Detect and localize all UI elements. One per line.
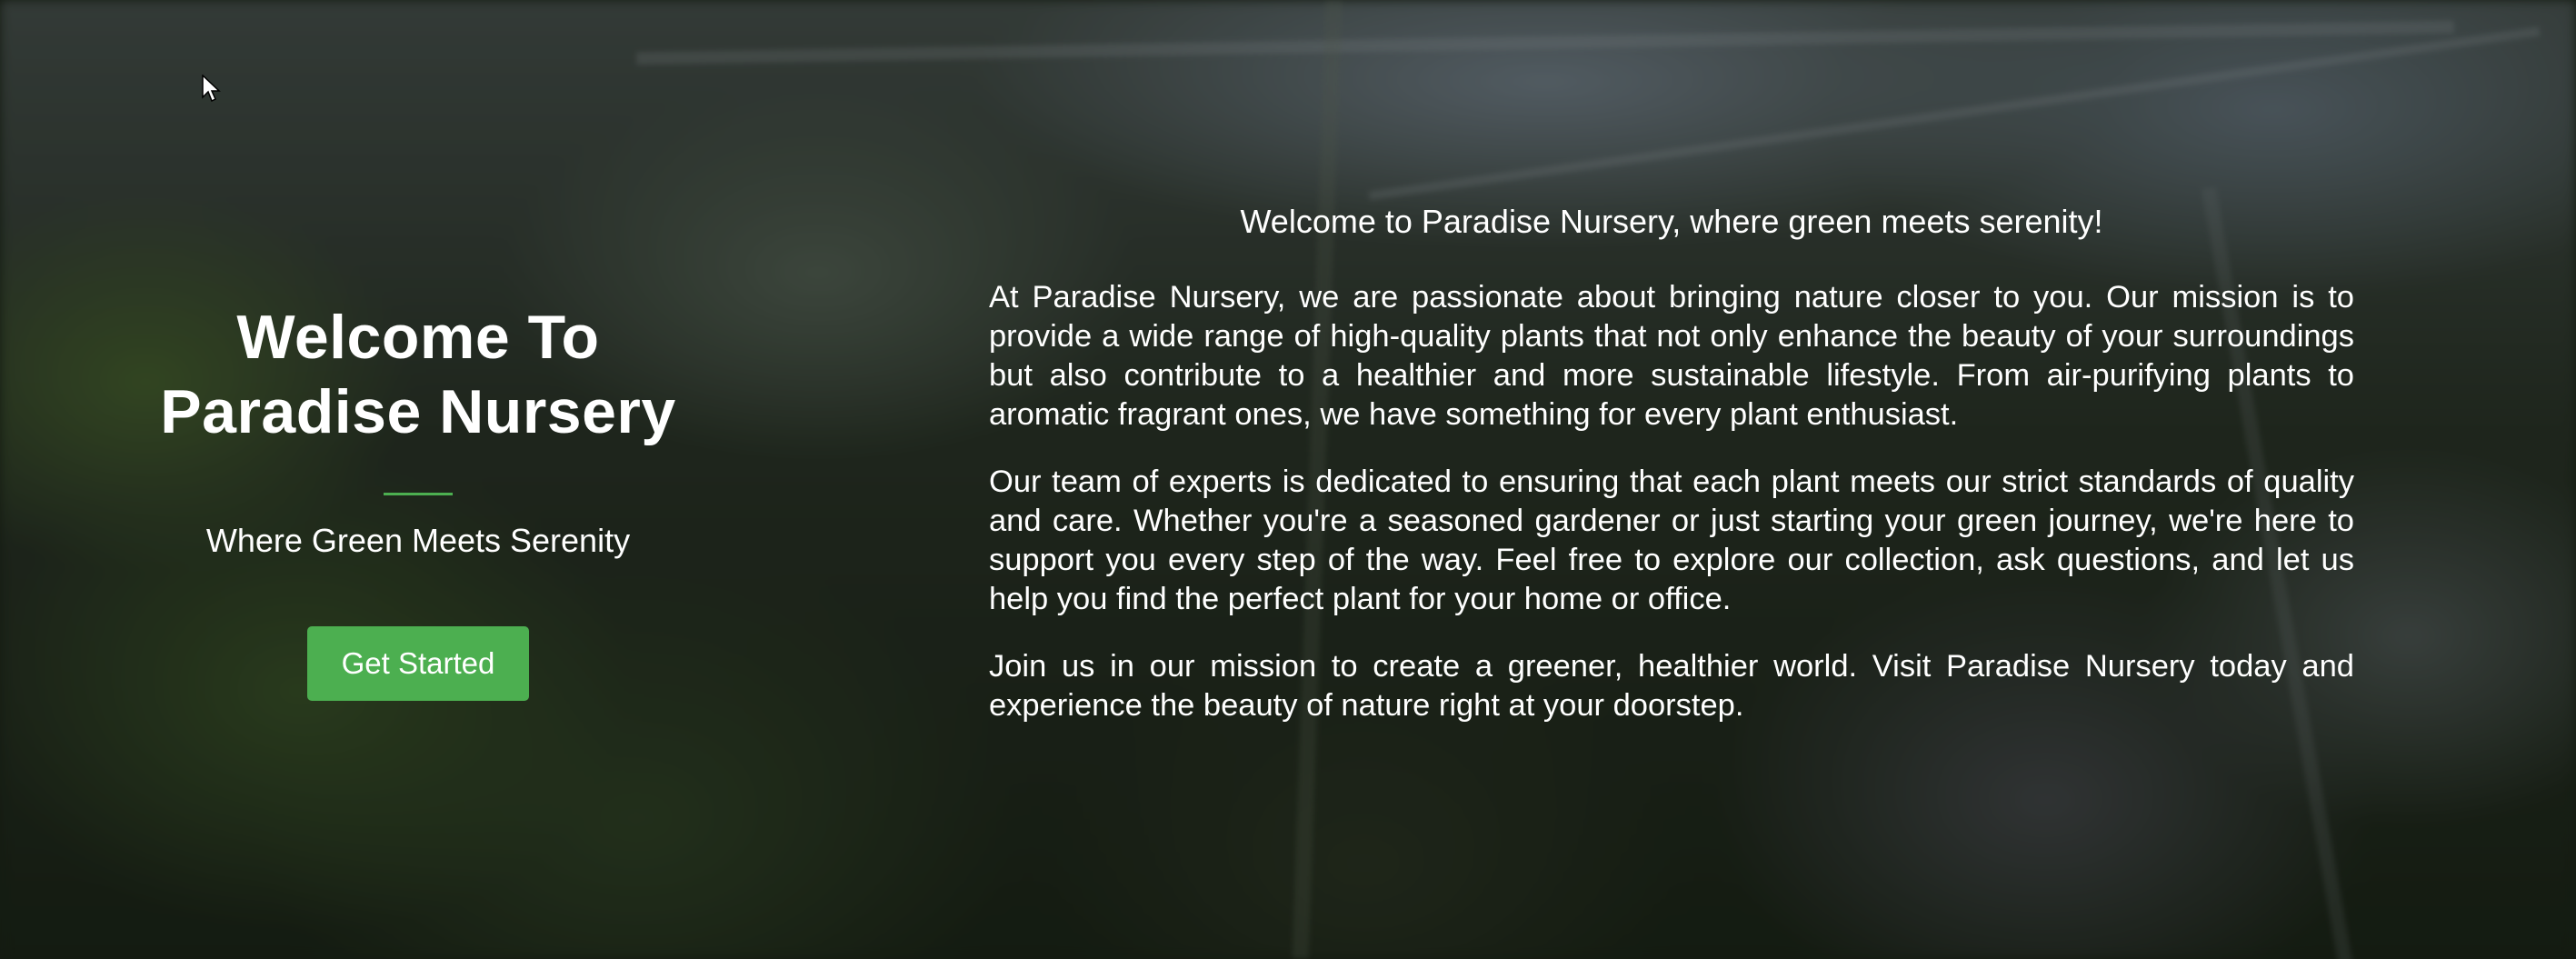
hero-title: Welcome To Paradise Nursery: [55, 300, 782, 449]
hero-divider: [384, 493, 453, 495]
landing-page: Welcome To Paradise Nursery Where Green …: [0, 0, 2576, 959]
get-started-button[interactable]: Get Started: [306, 626, 530, 701]
about-intro: Welcome to Paradise Nursery, where green…: [1240, 203, 2103, 240]
hero-title-line-1: Welcome To: [236, 303, 600, 372]
about-paragraph: Our team of experts is dedicated to ensu…: [989, 465, 2354, 616]
about-section: Welcome to Paradise Nursery, where green…: [989, 202, 2354, 754]
hero-section: Welcome To Paradise Nursery Where Green …: [55, 300, 782, 701]
hero-tagline: Where Green Meets Serenity: [205, 522, 631, 559]
about-paragraph: Join us in our mission to create a green…: [989, 649, 2354, 723]
hero-title-line-2: Paradise Nursery: [160, 377, 676, 446]
about-paragraph: At Paradise Nursery, we are passionate a…: [989, 280, 2354, 432]
